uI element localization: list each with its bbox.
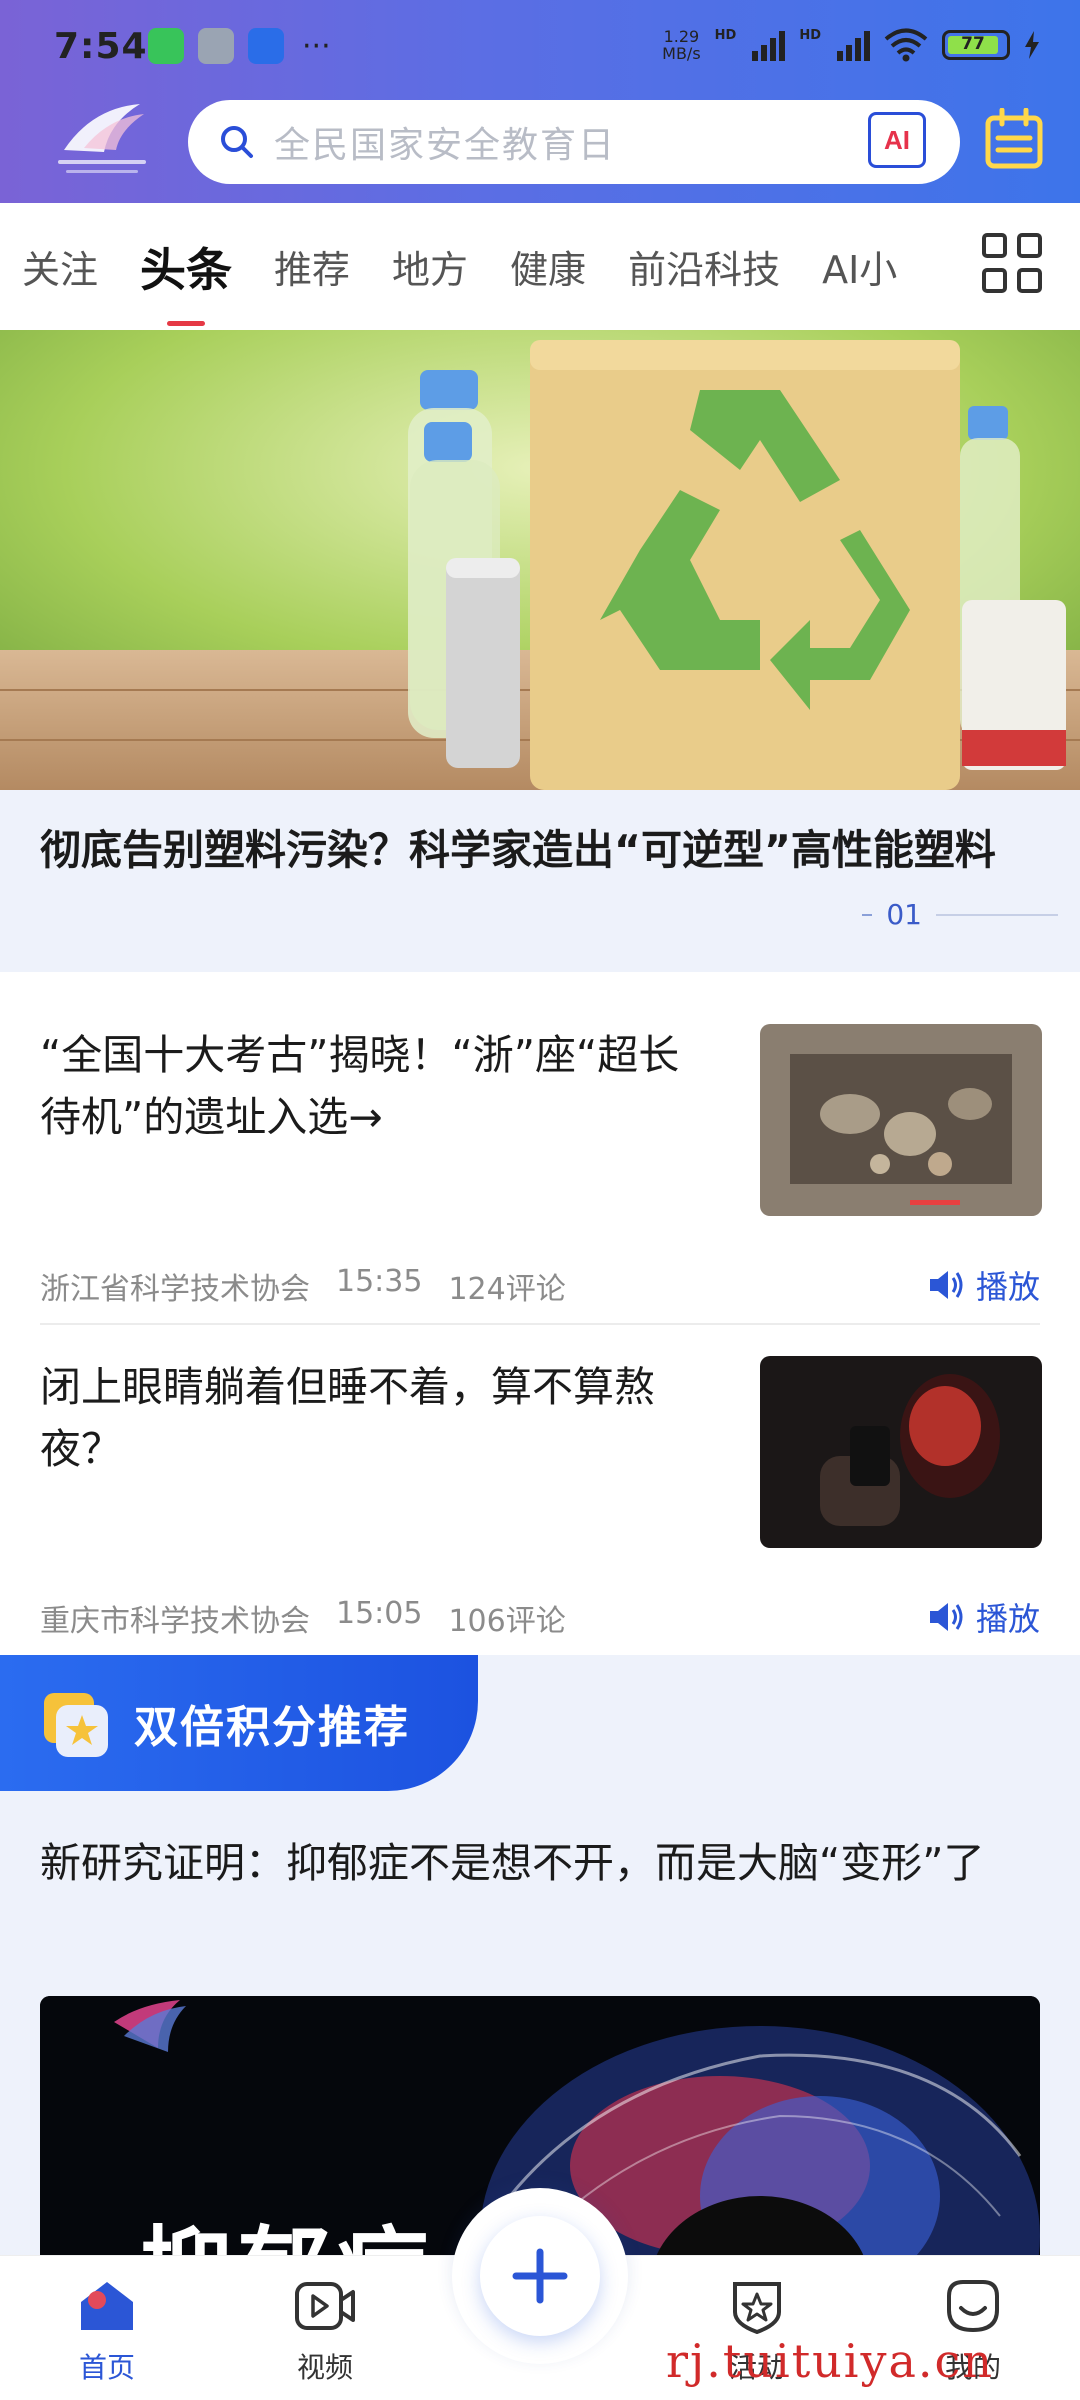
plus-icon xyxy=(512,2248,568,2304)
hero-card[interactable]: 彻底告别塑料污染？科学家造出“可逆型”高性能塑料 01 xyxy=(0,790,1080,972)
status-overflow-icon: ··· xyxy=(302,28,331,64)
search-bar[interactable]: 全民国家安全教育日 AI xyxy=(188,100,960,184)
image-caption-text: 抑郁症 xyxy=(140,2196,434,2256)
recycling-illustration xyxy=(0,330,1080,790)
hd-label: HD xyxy=(714,28,737,43)
hero-banner-image[interactable] xyxy=(0,330,1080,790)
watermark-text: rj.tuituiya.cn xyxy=(666,2334,994,2388)
calendar-icon[interactable] xyxy=(984,108,1044,170)
news-time: 15:35 xyxy=(336,1264,423,1299)
channel-grid-icon[interactable] xyxy=(982,233,1042,293)
charging-icon xyxy=(1025,31,1039,59)
tab-headlines[interactable]: 头条 xyxy=(140,234,232,326)
notification-app-icon xyxy=(148,28,184,64)
tab-follow[interactable]: 关注 xyxy=(22,239,98,294)
play-button[interactable]: 播放 xyxy=(928,1262,1040,1308)
news-thumbnail[interactable] xyxy=(760,1356,1042,1548)
app-header: 7:54 ··· 1.29 MB/s HD HD 77 全民国家安全教育日 AI xyxy=(0,0,1080,203)
status-app-icons: ··· xyxy=(148,28,331,64)
nav-home-label: 首页 xyxy=(78,2351,135,2384)
status-bar: 7:54 ··· 1.29 MB/s HD HD 77 xyxy=(0,0,1080,95)
ai-label: AI xyxy=(884,124,910,155)
star-badge-icon xyxy=(44,1693,108,1757)
nav-video[interactable]: 视频 xyxy=(260,2278,390,2386)
publish-button-wrap xyxy=(452,2188,628,2364)
divider xyxy=(40,1323,1040,1325)
app-logo[interactable] xyxy=(44,100,160,180)
news-item-1[interactable]: “全国十大考古”揭晓！“浙”座“超长待机”的遗址入选→ 浙江省科学技术协会 15… xyxy=(40,1024,1042,1314)
tab-health[interactable]: 健康 xyxy=(510,239,586,294)
hero-pager: 01 xyxy=(862,898,1058,931)
video-icon xyxy=(295,2282,355,2330)
excavation-image xyxy=(760,1024,1042,1216)
hd-label-2: HD xyxy=(799,28,821,43)
speaker-icon xyxy=(929,1603,963,1631)
play-button[interactable]: 播放 xyxy=(928,1594,1040,1640)
signal-icon-2 xyxy=(837,29,870,61)
battery-icon: 77 xyxy=(942,30,1010,60)
nav-home[interactable]: 首页 xyxy=(42,2278,172,2386)
search-icon xyxy=(221,126,253,158)
browser-app-icon xyxy=(248,28,284,64)
news-comments[interactable]: 124评论 xyxy=(448,1264,565,1308)
profile-icon xyxy=(947,2280,999,2333)
search-placeholder: 全民国家安全教育日 xyxy=(274,125,617,166)
news-title[interactable]: “全国十大考古”揭晓！“浙”座“超长待机”的遗址入选→ xyxy=(40,1024,720,1148)
tab-recommend[interactable]: 推荐 xyxy=(274,239,350,294)
news-source: 浙江省科学技术协会 xyxy=(40,1272,310,1307)
news-thumbnail[interactable] xyxy=(760,1024,1042,1216)
badge-label: 双倍积分推荐 xyxy=(134,1702,410,1753)
ai-search-button[interactable]: AI xyxy=(868,112,926,168)
hero-page-number: 01 xyxy=(886,898,922,931)
play-label: 播放 xyxy=(975,1600,1040,1638)
play-label: 播放 xyxy=(975,1268,1040,1306)
tool-app-icon xyxy=(198,28,234,64)
signal-icon xyxy=(752,29,786,61)
double-points-badge: 双倍积分推荐 xyxy=(0,1655,478,1791)
tabs-fade xyxy=(896,203,986,330)
hero-title[interactable]: 彻底告别塑料污染？科学家造出“可逆型”高性能塑料 xyxy=(40,818,1040,882)
tab-ai[interactable]: AI小 xyxy=(822,239,897,294)
publish-button[interactable] xyxy=(480,2216,600,2336)
night-phone-image xyxy=(760,1356,1042,1548)
news-comments[interactable]: 106评论 xyxy=(448,1596,565,1640)
speaker-icon xyxy=(929,1271,963,1299)
news-source: 重庆市科学技术协会 xyxy=(40,1604,310,1639)
nav-video-label: 视频 xyxy=(296,2351,353,2384)
activity-icon xyxy=(733,2282,781,2335)
net-speed: 1.29 MB/s xyxy=(662,27,701,63)
news-meta: 浙江省科学技术协会 15:35 124评论 xyxy=(40,1264,566,1308)
wifi-icon xyxy=(884,28,928,62)
tab-local[interactable]: 地方 xyxy=(392,239,468,294)
status-time: 7:54 xyxy=(54,26,148,67)
status-right: 1.29 MB/s HD HD 77 xyxy=(662,28,1040,62)
tab-frontier-tech[interactable]: 前沿科技 xyxy=(628,239,780,294)
news-title[interactable]: 闭上眼睛躺着但睡不着，算不算熬夜？ xyxy=(40,1356,720,1480)
news-meta: 重庆市科学技术协会 15:05 106评论 xyxy=(40,1596,566,1640)
section-article-title[interactable]: 新研究证明：抑郁症不是想不开，而是大脑“变形”了 xyxy=(40,1832,1040,1894)
home-icon xyxy=(81,2282,133,2330)
news-item-2[interactable]: 闭上眼睛躺着但睡不着，算不算熬夜？ 重庆市科学技术协会 15:05 106评论 … xyxy=(40,1356,1042,1646)
channel-tabs: 关注 头条 推荐 地方 健康 前沿科技 AI小 xyxy=(0,203,1080,330)
news-time: 15:05 xyxy=(336,1596,423,1631)
